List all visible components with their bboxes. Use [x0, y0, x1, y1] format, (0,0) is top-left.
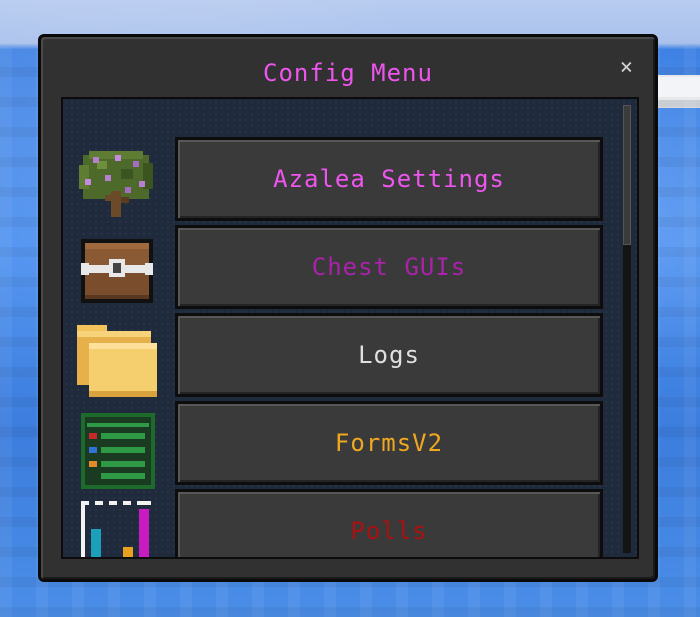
azalea-settings-button[interactable]: Azalea Settings [175, 137, 603, 221]
menu-item-polls: Polls [63, 489, 603, 557]
menu-item-chest-guis: Chest GUIs [63, 225, 603, 311]
polls-button[interactable]: Polls [175, 489, 603, 557]
chest-icon [77, 235, 157, 305]
menu-item-logs: Logs [63, 313, 603, 399]
scrollbar-thumb[interactable] [623, 105, 631, 245]
logs-button[interactable]: Logs [175, 313, 603, 397]
menu-list[interactable]: Azalea Settings Chest GUIs Logs FormsV2 … [61, 97, 639, 559]
menu-item-formsv2: FormsV2 [63, 401, 603, 489]
folder-icon [77, 323, 157, 397]
config-menu-window: Config Menu × Azalea Settings Chest GUIs… [38, 34, 658, 582]
chest-guis-button[interactable]: Chest GUIs [175, 225, 603, 309]
form-list-icon [77, 411, 157, 489]
window-title: Config Menu [263, 59, 433, 87]
bar-chart-icon [77, 499, 157, 557]
azalea-tree-icon [77, 147, 157, 217]
formsv2-button[interactable]: FormsV2 [175, 401, 603, 485]
menu-item-azalea-settings: Azalea Settings [63, 137, 603, 223]
scrollbar[interactable] [623, 105, 631, 553]
close-icon[interactable]: × [620, 57, 633, 79]
